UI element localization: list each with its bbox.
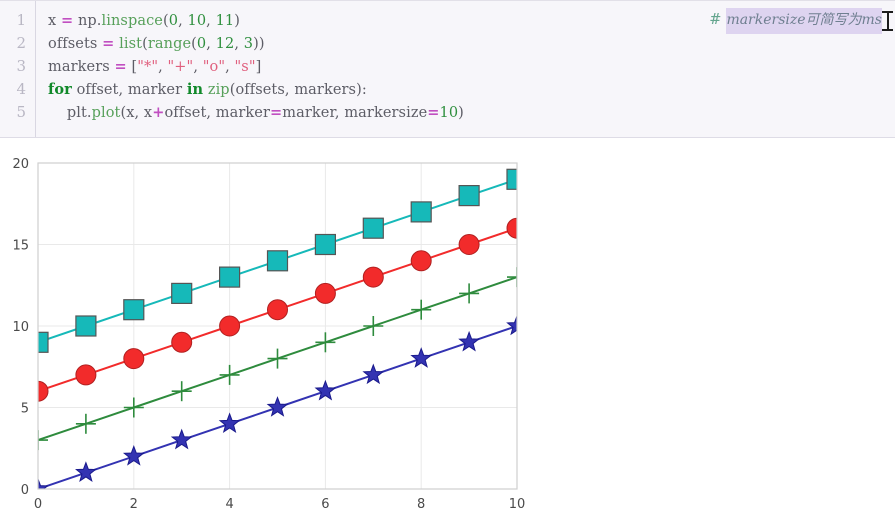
y-tick-label: 0: [21, 483, 29, 498]
line-chart: 0 2 4 6 8 10 0 5 10 15 20: [12, 157, 526, 512]
token-fn: plot: [91, 105, 121, 121]
token-plain: x: [48, 13, 61, 29]
y-tick-label: 10: [12, 320, 29, 335]
token-str: "o": [202, 59, 226, 75]
token-num: 0: [168, 13, 179, 29]
token-num: 3: [243, 36, 254, 52]
x-tick-label: 10: [509, 497, 526, 512]
token-op: =: [102, 35, 115, 52]
token-plain: ,: [225, 59, 235, 75]
token-num: 11: [215, 13, 235, 29]
token-fn: zip: [207, 82, 230, 98]
token-plain: offsets: [48, 36, 103, 52]
token-plain: (offsets, markers):: [229, 82, 367, 98]
x-tick-label: 6: [321, 497, 329, 512]
matplotlib-figure: 0 2 4 6 8 10 0 5 10 15 20: [0, 139, 895, 523]
x-tick-label: 0: [34, 497, 42, 512]
line-number-1: 1: [16, 11, 26, 29]
token-plain: plt.: [48, 105, 92, 121]
token-plain: [: [126, 59, 138, 75]
token-plain: ,: [206, 13, 216, 29]
code-lines[interactable]: x = np.linspace(0, 10, 11) offsets = list…: [36, 1, 895, 137]
token-plain: ]: [255, 59, 262, 75]
token-plain: ,: [206, 36, 216, 52]
line-number-3: 3: [16, 57, 26, 75]
line-number-2: 2: [16, 34, 26, 52]
token-plain: markers: [48, 59, 115, 75]
token-num: 10: [187, 13, 207, 29]
token-op: =: [61, 12, 74, 29]
token-fn: range: [147, 36, 192, 52]
y-tick-label: 15: [12, 239, 29, 254]
code-editor[interactable]: 12345 x = np.linspace(0, 10, 11) offsets …: [0, 0, 895, 138]
screenshot-root: 12345 x = np.linspace(0, 10, 11) offsets …: [0, 0, 895, 523]
token-str: "*": [137, 59, 159, 75]
line-number-5: 5: [16, 103, 26, 121]
token-plain: offset, marker: [164, 105, 271, 121]
y-tick-label: 20: [12, 157, 29, 172]
token-fn: linspace: [101, 13, 163, 29]
token-op: =: [114, 58, 127, 75]
line-number-4: 4: [16, 80, 26, 98]
token-plain: ,: [178, 13, 188, 29]
token-num: 12: [215, 36, 235, 52]
token-plain: )): [253, 36, 265, 52]
code-line-5[interactable]: plt.plot(x, x+offset, marker=marker, mar…: [48, 101, 895, 124]
token-str: "s": [234, 59, 256, 75]
token-kw: for: [48, 81, 72, 98]
token-num: 10: [439, 105, 459, 121]
text-cursor-icon: [882, 10, 893, 31]
token-str: "+": [167, 59, 194, 75]
comment-text[interactable]: markersize可简写为ms: [726, 7, 882, 34]
token-op: =: [270, 104, 283, 121]
x-tick-label: 2: [130, 497, 138, 512]
token-plain: ,: [234, 36, 244, 52]
token-plain: ): [234, 13, 240, 29]
code-line-2[interactable]: offsets = list(range(0, 12, 3)): [48, 32, 895, 55]
token-op: +: [152, 104, 165, 121]
x-tick-label: 8: [417, 497, 425, 512]
comment-hash-icon: #: [709, 12, 722, 28]
token-plain: marker, markersize: [282, 105, 428, 121]
code-line-3[interactable]: markers = ["*", "+", "o", "s"]: [48, 55, 895, 78]
x-tick-label: 4: [225, 497, 233, 512]
token-plain: ): [458, 105, 464, 121]
token-plain: (x, x: [120, 105, 153, 121]
y-tick-label: 5: [21, 402, 29, 417]
inline-comment[interactable]: # markersize可简写为ms: [709, 7, 893, 34]
token-plain: ,: [158, 59, 168, 75]
token-num: 0: [196, 36, 207, 52]
code-line-4[interactable]: for offset, marker in zip(offsets, marke…: [48, 78, 895, 101]
line-number-gutter: 1 2 3 4 5: [0, 1, 36, 137]
token-kw: in: [186, 81, 204, 98]
token-op: =: [427, 104, 440, 121]
token-plain: offset, marker: [71, 82, 187, 98]
token-plain: np.: [73, 13, 102, 29]
token-fn: list: [119, 36, 143, 52]
token-plain: ,: [193, 59, 203, 75]
